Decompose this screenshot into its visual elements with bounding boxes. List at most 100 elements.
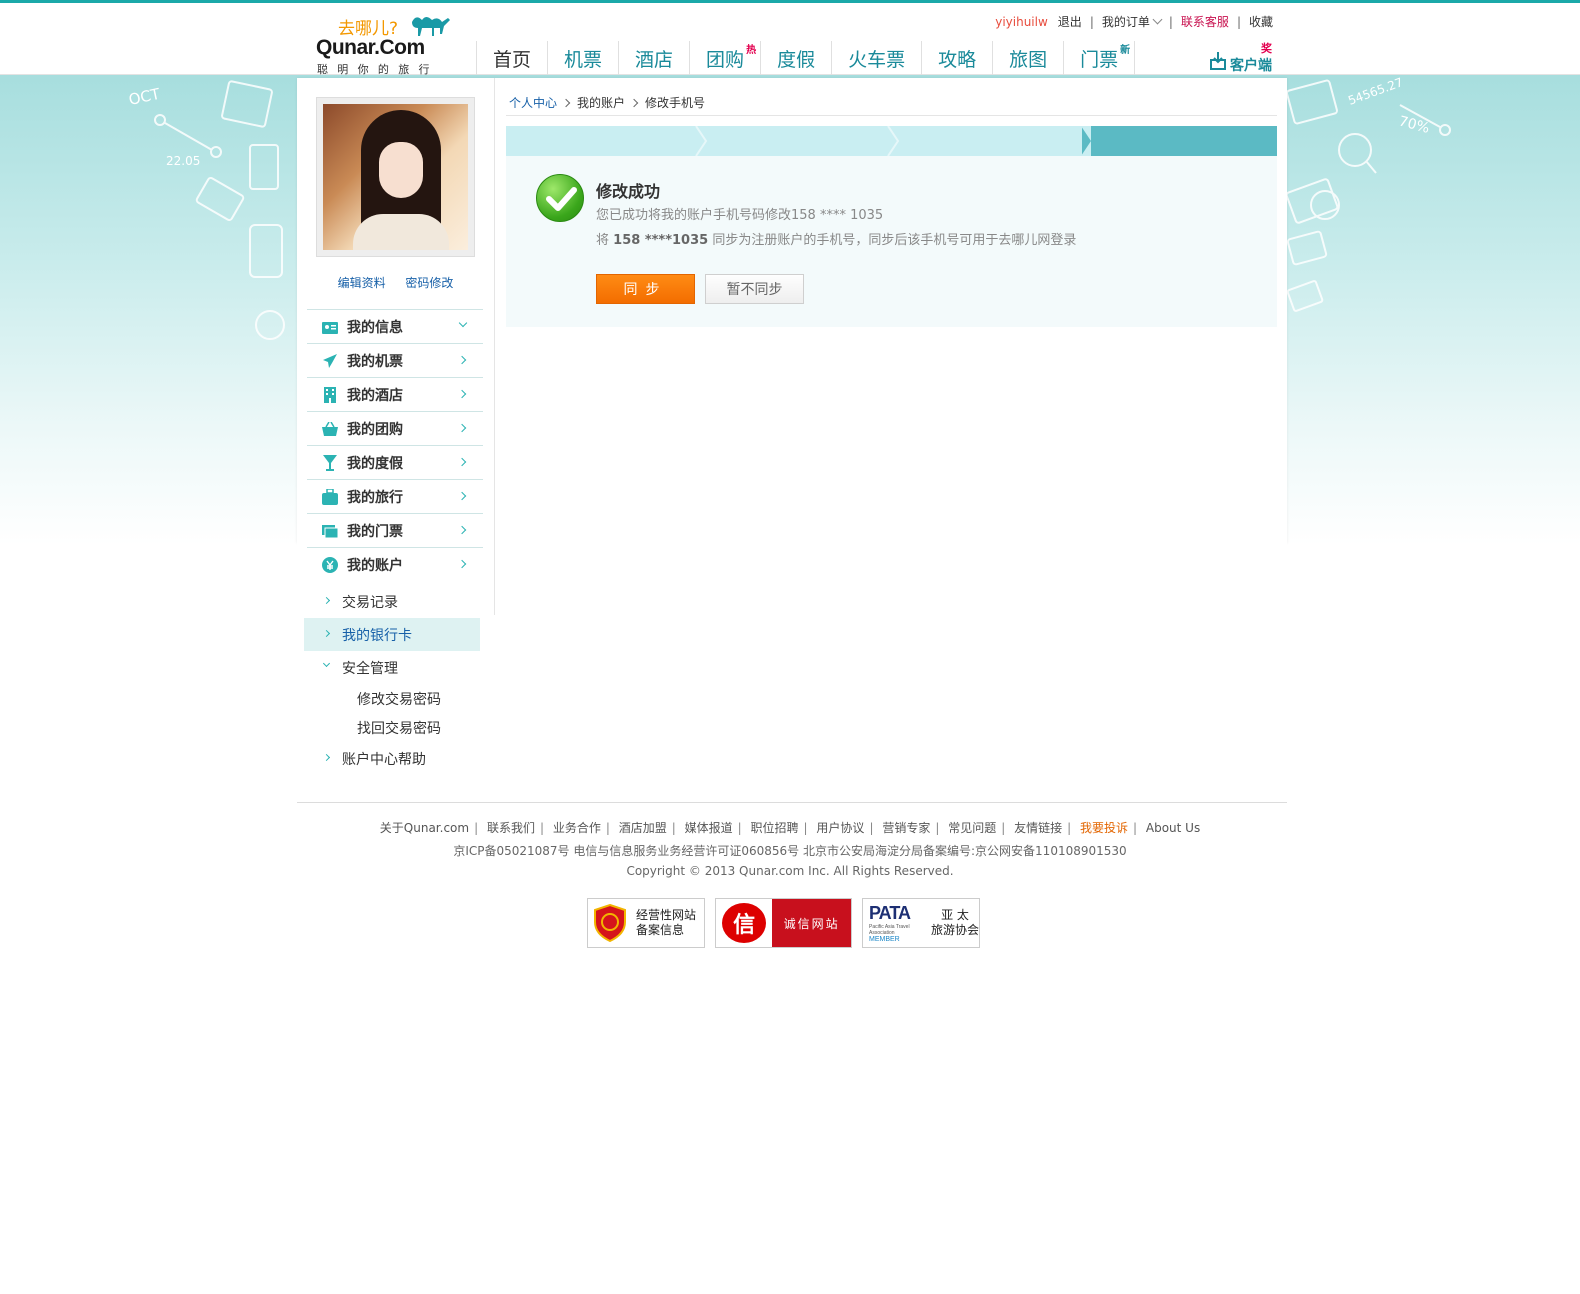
pata-logo: PATA Pacific Asia Travel Association MEM…	[869, 903, 921, 943]
footer-link-agreement[interactable]: 用户协议	[816, 821, 864, 835]
separator: |	[474, 821, 479, 835]
nav-label: 门票	[1080, 49, 1119, 71]
username-link[interactable]: yiyihuilw	[995, 15, 1048, 29]
sub-item-label: 交易记录	[342, 594, 398, 611]
breadcrumb-personal-center[interactable]: 个人中心	[509, 94, 557, 111]
my-orders-label: 我的订单	[1101, 15, 1150, 29]
footer-link-marketing[interactable]: 营销专家	[882, 821, 930, 835]
nav-vacation[interactable]: 度假	[760, 41, 831, 76]
footer-links: 关于Qunar.com | 联系我们 | 业务合作 | 酒店加盟 | 媒体报道 | 职位招…	[0, 819, 1580, 836]
nav-group-buy[interactable]: 团购热	[689, 41, 760, 76]
footer-link-complaint[interactable]: 我要投诉	[1080, 821, 1128, 835]
sidebar-item-my-travel[interactable]: 我的旅行	[307, 479, 483, 513]
sidebar-item-my-flights[interactable]: 我的机票	[307, 343, 483, 377]
sync-button[interactable]: 同步	[596, 274, 695, 304]
cocktail-icon	[321, 454, 339, 471]
sidebar-divider	[494, 78, 495, 615]
sync-phone-number: 158 ****1035	[613, 233, 709, 248]
qunar-logo[interactable]: 去哪儿? Qunar.Com 聪明你的旅行	[316, 12, 456, 76]
skip-sync-button[interactable]: 暂不同步	[705, 274, 804, 304]
footer-icp: 京ICP备05021087号 电信与信息服务业务经营许可证060856号 北京市…	[453, 844, 1127, 858]
badge3-line2: 旅游协会	[930, 923, 979, 937]
chevron-down-icon	[1152, 14, 1163, 25]
success-check-icon	[536, 174, 584, 222]
customer-service-link[interactable]: 联系客服	[1181, 13, 1229, 30]
sidebar-item-label: 我的机票	[347, 353, 403, 370]
badge-website-record[interactable]: 经营性网站 备案信息	[587, 898, 705, 948]
travel-doodle-left: OCT 22.05	[127, 80, 285, 340]
building-icon	[321, 386, 339, 403]
chevron-right-icon	[457, 355, 467, 365]
sidebar-item-label: 我的信息	[347, 319, 403, 336]
nav-guides[interactable]: 攻略	[921, 41, 992, 76]
chevron-right-icon	[457, 525, 467, 535]
client-label: 客户端	[1230, 58, 1272, 74]
sidebar-item-my-group-buy[interactable]: 我的团购	[307, 411, 483, 445]
client-download[interactable]: 奖 客户端	[1210, 40, 1280, 74]
sub-item-transactions[interactable]: 交易记录	[304, 585, 480, 618]
footer-link-media[interactable]: 媒体报道	[685, 821, 733, 835]
sub-item-change-trade-password[interactable]: 修改交易密码	[304, 684, 480, 713]
sub-item-help[interactable]: 账户中心帮助	[304, 742, 480, 775]
footer-link-friends[interactable]: 友情链接	[1014, 821, 1062, 835]
progress-steps	[506, 126, 1277, 156]
profile-links: 编辑资料 密码修改	[316, 274, 475, 291]
chevron-right-icon	[322, 596, 331, 605]
footer-link-contact[interactable]: 联系我们	[487, 821, 535, 835]
nav-flights[interactable]: 机票	[547, 41, 618, 76]
breadcrumb-my-account[interactable]: 我的账户	[577, 94, 625, 111]
nav-tickets[interactable]: 门票新	[1063, 41, 1136, 76]
footer-link-about[interactable]: 关于Qunar.com	[380, 821, 469, 835]
sidebar-item-my-account[interactable]: 我的账户	[307, 547, 483, 581]
nav-label: 团购	[706, 49, 745, 71]
separator: |	[605, 821, 610, 835]
nav-hotels[interactable]: 酒店	[618, 41, 689, 76]
chevron-right-icon	[457, 389, 467, 399]
sub-item-bank-cards[interactable]: 我的银行卡	[304, 618, 480, 651]
separator: |	[1089, 14, 1094, 29]
sub-item-label: 修改交易密码	[357, 691, 441, 708]
avatar[interactable]	[323, 104, 468, 250]
sidebar-menu: 我的信息 我的机票 我的酒店 我的团购 我的度假 我的旅行 我的门票 我的账户	[307, 309, 483, 581]
footer-link-business[interactable]: 业务合作	[553, 821, 601, 835]
footer-link-faq[interactable]: 常见问题	[948, 821, 996, 835]
edit-profile-link[interactable]: 编辑资料	[338, 276, 386, 290]
account-sub-menu: 交易记录 我的银行卡 安全管理 修改交易密码 找回交易密码 账户中心帮助	[304, 585, 480, 775]
chevron-right-icon	[457, 559, 467, 569]
footer-link-about-us[interactable]: About Us	[1146, 821, 1200, 835]
change-password-link[interactable]: 密码修改	[405, 276, 453, 290]
nav-travel-photos[interactable]: 旅图	[992, 41, 1063, 76]
favorite-link[interactable]: 收藏	[1249, 13, 1273, 30]
nav-train[interactable]: 火车票	[831, 41, 921, 76]
badge3-text: 亚 太 旅游协会	[931, 908, 979, 938]
my-orders-link[interactable]: 我的订单	[1101, 13, 1163, 30]
nav-label: 首页	[493, 49, 532, 71]
nav-home[interactable]: 首页	[476, 41, 547, 76]
ticket-icon	[321, 523, 339, 539]
badge1-line2: 备案信息	[636, 923, 685, 937]
top-links: yiyihuilw 退出 | 我的订单 | 联系客服 | 收藏	[990, 13, 1278, 30]
sidebar-item-my-info[interactable]: 我的信息	[307, 309, 483, 343]
pata-word: PATA	[869, 903, 911, 923]
doodle-percent: 70%	[1397, 113, 1431, 137]
separator: |	[1133, 821, 1138, 835]
sub-item-recover-trade-password[interactable]: 找回交易密码	[304, 713, 480, 742]
sidebar-item-label: 我的账户	[347, 557, 403, 574]
doodle-oct: OCT	[127, 85, 162, 109]
sub-item-security[interactable]: 安全管理	[304, 651, 480, 684]
badge-credible-site[interactable]: 信 诚信网站	[715, 898, 852, 948]
chevron-right-icon	[457, 491, 467, 501]
footer-badges: 经营性网站 备案信息 信 诚信网站 PATA Pacific Asia Trav…	[587, 898, 980, 948]
sidebar-item-my-tickets[interactable]: 我的门票	[307, 513, 483, 547]
credible-logo: 信	[716, 899, 773, 947]
main-nav: 首页 机票 酒店 团购热 度假 火车票 攻略 旅图 门票新	[476, 41, 1136, 76]
logout-link[interactable]: 退出	[1058, 13, 1082, 30]
badge-pata[interactable]: PATA Pacific Asia Travel Association MEM…	[862, 898, 980, 948]
footer-link-hotel-join[interactable]: 酒店加盟	[619, 821, 667, 835]
sync-message: 将 158 ****1035 同步为注册账户的手机号，同步后该手机号可用于去哪儿…	[596, 229, 1076, 248]
sidebar-item-my-vacation[interactable]: 我的度假	[307, 445, 483, 479]
sub-item-label: 我的银行卡	[342, 627, 412, 644]
separator: |	[539, 821, 545, 835]
sidebar-item-my-hotels[interactable]: 我的酒店	[307, 377, 483, 411]
footer-link-jobs[interactable]: 职位招聘	[751, 821, 799, 835]
